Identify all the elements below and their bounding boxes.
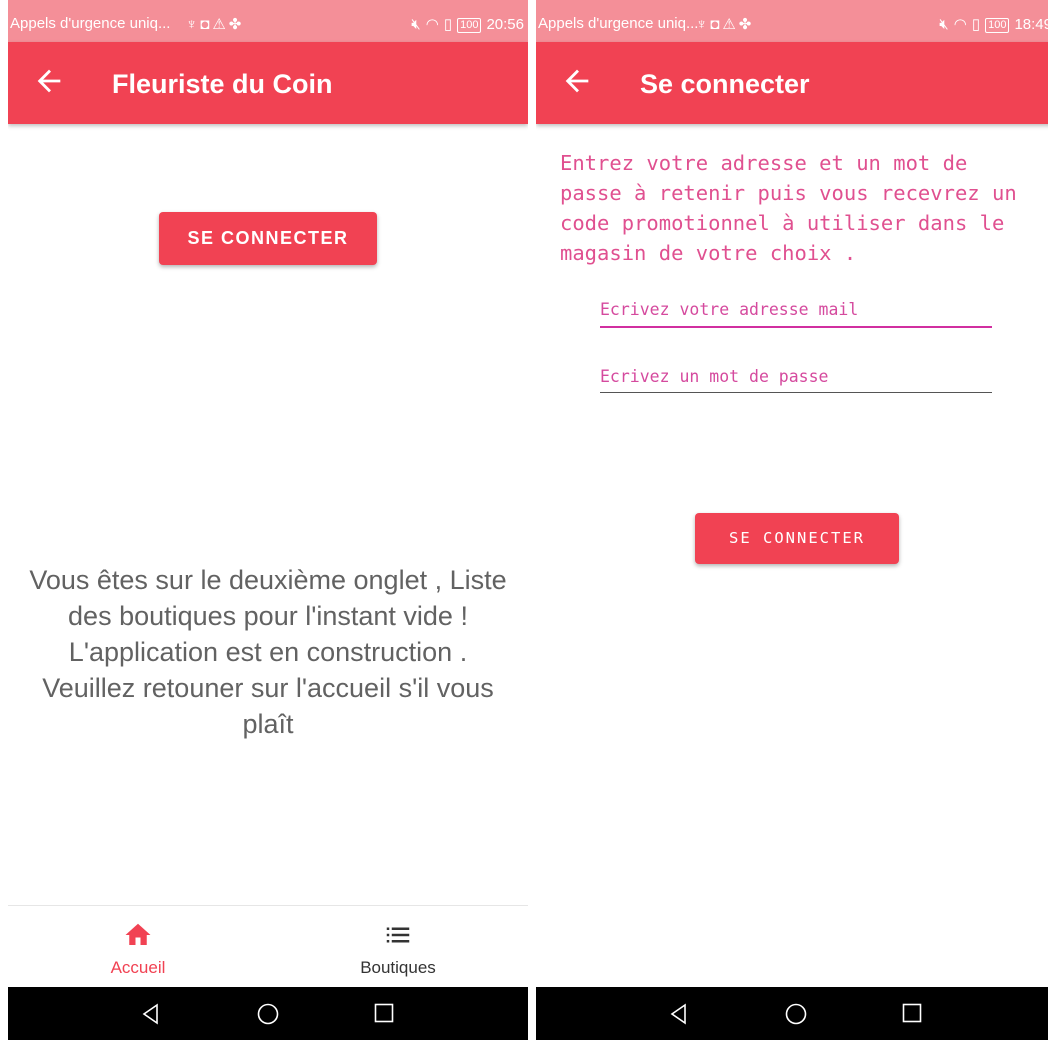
- connect-button[interactable]: SE CONNECTER: [695, 513, 899, 564]
- usb-icon: ♆: [186, 16, 201, 33]
- arrow-back-icon[interactable]: [32, 64, 66, 98]
- recents-square-icon[interactable]: [374, 1003, 394, 1023]
- nav-label-accueil: Accueil: [110, 958, 166, 977]
- status-right-icons: 🔇︎ ◠ ▯ 100 20:56: [406, 15, 524, 34]
- nav-item-boutiques[interactable]: Boutiques: [268, 906, 528, 988]
- email-placeholder: Ecrivez votre adresse mail: [600, 300, 859, 319]
- sim-icon: ▯: [971, 16, 981, 33]
- password-field[interactable]: Ecrivez un mot de passe: [600, 367, 992, 397]
- wifi-icon: ◠: [953, 16, 967, 33]
- sim-icon: ▯: [443, 16, 453, 33]
- back-triangle-icon[interactable]: [668, 1003, 690, 1025]
- system-navigation-bar: [8, 987, 528, 1040]
- system-navigation-bar: [536, 987, 1048, 1040]
- email-underline: [600, 326, 992, 328]
- warning-icon: ⚠: [722, 16, 739, 33]
- page-title: Se connecter: [640, 69, 810, 99]
- page-title: Fleuriste du Coin: [112, 69, 333, 99]
- usb-icon: ♆: [696, 16, 711, 33]
- password-placeholder: Ecrivez un mot de passe: [600, 367, 829, 386]
- screen-login: Appels d'urgence uniq... ♆◘⚠✤ 🔇︎ ◠ ▯ 100 18:…: [536, 0, 1048, 1040]
- fan-icon: ✤: [228, 16, 245, 33]
- warning-icon: ⚠: [212, 16, 229, 33]
- fan-icon: ✤: [738, 16, 755, 33]
- home-icon: [8, 920, 268, 950]
- shield-app-icon: ◘: [710, 16, 723, 33]
- battery-icon: 100: [457, 18, 482, 33]
- home-circle-icon[interactable]: [785, 1003, 807, 1025]
- list-icon: [268, 920, 528, 950]
- status-time: 18:49: [1014, 16, 1048, 33]
- password-underline: [600, 392, 992, 393]
- connect-button[interactable]: SE CONNECTER: [159, 212, 377, 265]
- status-bar: Appels d'urgence uniq... ♆◘⚠✤ 🔇︎ ◠ ▯ 100 20:…: [8, 0, 528, 46]
- battery-icon: 100: [985, 18, 1010, 33]
- empty-state-message: Vous êtes sur le deuxième onglet , Liste…: [29, 565, 507, 739]
- status-right-icons: 🔇︎ ◠ ▯ 100 18:49: [934, 15, 1048, 34]
- status-bar: Appels d'urgence uniq... ♆◘⚠✤ 🔇︎ ◠ ▯ 100 18:…: [536, 0, 1048, 46]
- nav-item-accueil[interactable]: Accueil: [8, 906, 268, 988]
- login-description: Entrez votre adresse et un mot de passe …: [560, 151, 1017, 265]
- wifi-icon: ◠: [425, 16, 439, 33]
- screen-home: Appels d'urgence uniq... ♆◘⚠✤ 🔇︎ ◠ ▯ 100 20:…: [8, 0, 528, 1040]
- status-carrier: Appels d'urgence uniq...: [10, 15, 171, 32]
- email-field[interactable]: Ecrivez votre adresse mail: [600, 300, 992, 330]
- arrow-back-icon[interactable]: [560, 64, 594, 98]
- status-left-icons: ♆◘⚠✤: [186, 15, 244, 33]
- status-left-icons: ♆◘⚠✤: [696, 15, 754, 33]
- home-circle-icon[interactable]: [257, 1003, 279, 1025]
- back-triangle-icon[interactable]: [140, 1003, 162, 1025]
- recents-square-icon[interactable]: [902, 1003, 922, 1023]
- app-bar: Se connecter: [536, 42, 1048, 124]
- nav-label-boutiques: Boutiques: [360, 958, 436, 977]
- status-time: 20:56: [486, 16, 524, 33]
- mute-icon: 🔇︎: [939, 16, 949, 33]
- bottom-navigation: Accueil Boutiques: [8, 905, 528, 987]
- status-carrier: Appels d'urgence uniq...: [538, 15, 699, 32]
- shield-app-icon: ◘: [200, 16, 213, 33]
- app-bar: Fleuriste du Coin: [8, 42, 528, 124]
- mute-icon: 🔇︎: [411, 16, 421, 33]
